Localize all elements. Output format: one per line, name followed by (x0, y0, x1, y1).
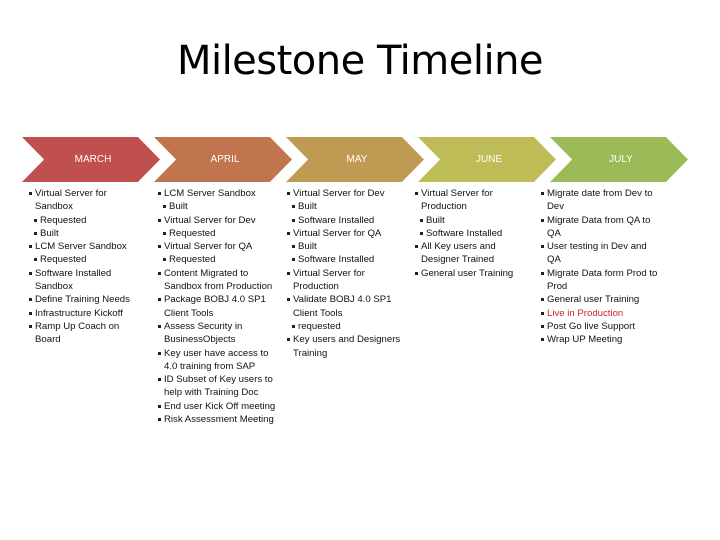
milestones-march: Virtual Server for Sandbox Requested Built… (29, 187, 141, 347)
milestone-subitem: Built (292, 200, 405, 213)
milestone-item: General user Training (541, 293, 663, 306)
milestone-list: LCM Server Sandbox Built Virtual Server fo… (158, 187, 280, 426)
milestone-item: Risk Assessment Meeting (158, 413, 280, 426)
milestone-item: Virtual Server for Sandbox (29, 187, 141, 214)
milestone-list: Migrate date from Dev to Dev Migrate Data… (541, 187, 663, 347)
milestone-subitem: Requested (163, 227, 280, 240)
page-title: Milestone Timeline (176, 38, 544, 84)
milestone-item: General user Training (415, 267, 527, 280)
milestone-item: Virtual Server for Dev (158, 214, 280, 227)
chevron-july: JULY (550, 137, 688, 182)
milestone-item: Virtual Server for QA (158, 240, 280, 253)
milestone-subitem: Built (34, 227, 141, 240)
milestone-item: End user Kick Off meeting (158, 400, 280, 413)
milestone-subitem: Software Installed (292, 253, 405, 266)
milestone-subitem: Requested (163, 253, 280, 266)
chevron-label: JUNE (475, 154, 503, 165)
milestone-item: Key user have access to 4.0 training fro… (158, 347, 280, 374)
chevron-label: MARCH (74, 154, 112, 165)
milestone-item: LCM Server Sandbox (29, 240, 141, 253)
milestone-list: Virtual Server for Dev Built Software Inst… (287, 187, 405, 360)
milestone-item: Migrate Data form Prod to Prod (541, 267, 663, 294)
milestone-item: Package BOBJ 4.0 SP1 Client Tools (158, 293, 280, 320)
milestone-item: Wrap UP Meeting (541, 333, 663, 346)
milestone-item: Key users and Designers Training (287, 333, 405, 360)
chevron-april: APRIL (154, 137, 292, 182)
milestone-subitem: Software Installed (292, 214, 405, 227)
milestone-item: Virtual Server for Production (415, 187, 527, 214)
milestone-subitem: requested (292, 320, 405, 333)
milestone-item: Migrate date from Dev to Dev (541, 187, 663, 214)
chevron-label: MAY (346, 154, 368, 165)
milestone-item: Migrate Data from QA to QA (541, 214, 663, 241)
milestone-item: ID Subset of Key users to help with Trai… (158, 373, 280, 400)
milestones-may: Virtual Server for Dev Built Software Inst… (287, 187, 405, 360)
milestone-subitem: Built (420, 214, 527, 227)
milestone-item: Software Installed Sandbox (29, 267, 141, 294)
milestone-subitem: Requested (34, 214, 141, 227)
milestone-item: Live in Production (541, 307, 663, 320)
milestone-subitem: Software Installed (420, 227, 527, 240)
milestone-item: Virtual Server for Dev (287, 187, 405, 200)
milestone-item: All Key users and Designer Trained (415, 240, 527, 267)
milestone-item: Ramp Up Coach on Board (29, 320, 141, 347)
chevron-label: APRIL (210, 154, 240, 165)
milestone-item: LCM Server Sandbox (158, 187, 280, 200)
chevron-may: MAY (286, 137, 424, 182)
milestones-july: Migrate date from Dev to Dev Migrate Data… (541, 187, 663, 347)
milestones-june: Virtual Server for Production Built Softwa… (415, 187, 527, 280)
milestone-item: Validate BOBJ 4.0 SP1 Client Tools (287, 293, 405, 320)
chevron-march: MARCH (22, 137, 160, 182)
chevron-june: JUNE (418, 137, 556, 182)
milestone-item: Assess Security in BusinessObjects (158, 320, 280, 347)
milestone-list: Virtual Server for Sandbox Requested Built… (29, 187, 141, 347)
milestone-subitem: Requested (34, 253, 141, 266)
milestone-item: Post Go live Support (541, 320, 663, 333)
milestone-item: User testing in Dev and QA (541, 240, 663, 267)
milestone-list: Virtual Server for Production Built Softwa… (415, 187, 527, 280)
timeline-chevrons: MARCH APRIL MAY JUNE JULY (0, 137, 720, 182)
milestone-item: Define Training Needs (29, 293, 141, 306)
milestone-item: Virtual Server for QA (287, 227, 405, 240)
milestone-subitem: Built (163, 200, 280, 213)
milestone-item: Virtual Server for Production (287, 267, 405, 294)
milestone-item: Infrastructure Kickoff (29, 307, 141, 320)
milestone-subitem: Built (292, 240, 405, 253)
milestones-april: LCM Server Sandbox Built Virtual Server fo… (158, 187, 280, 426)
chevron-label: JULY (609, 154, 633, 165)
milestone-item: Content Migrated to Sandbox from Product… (158, 267, 280, 294)
